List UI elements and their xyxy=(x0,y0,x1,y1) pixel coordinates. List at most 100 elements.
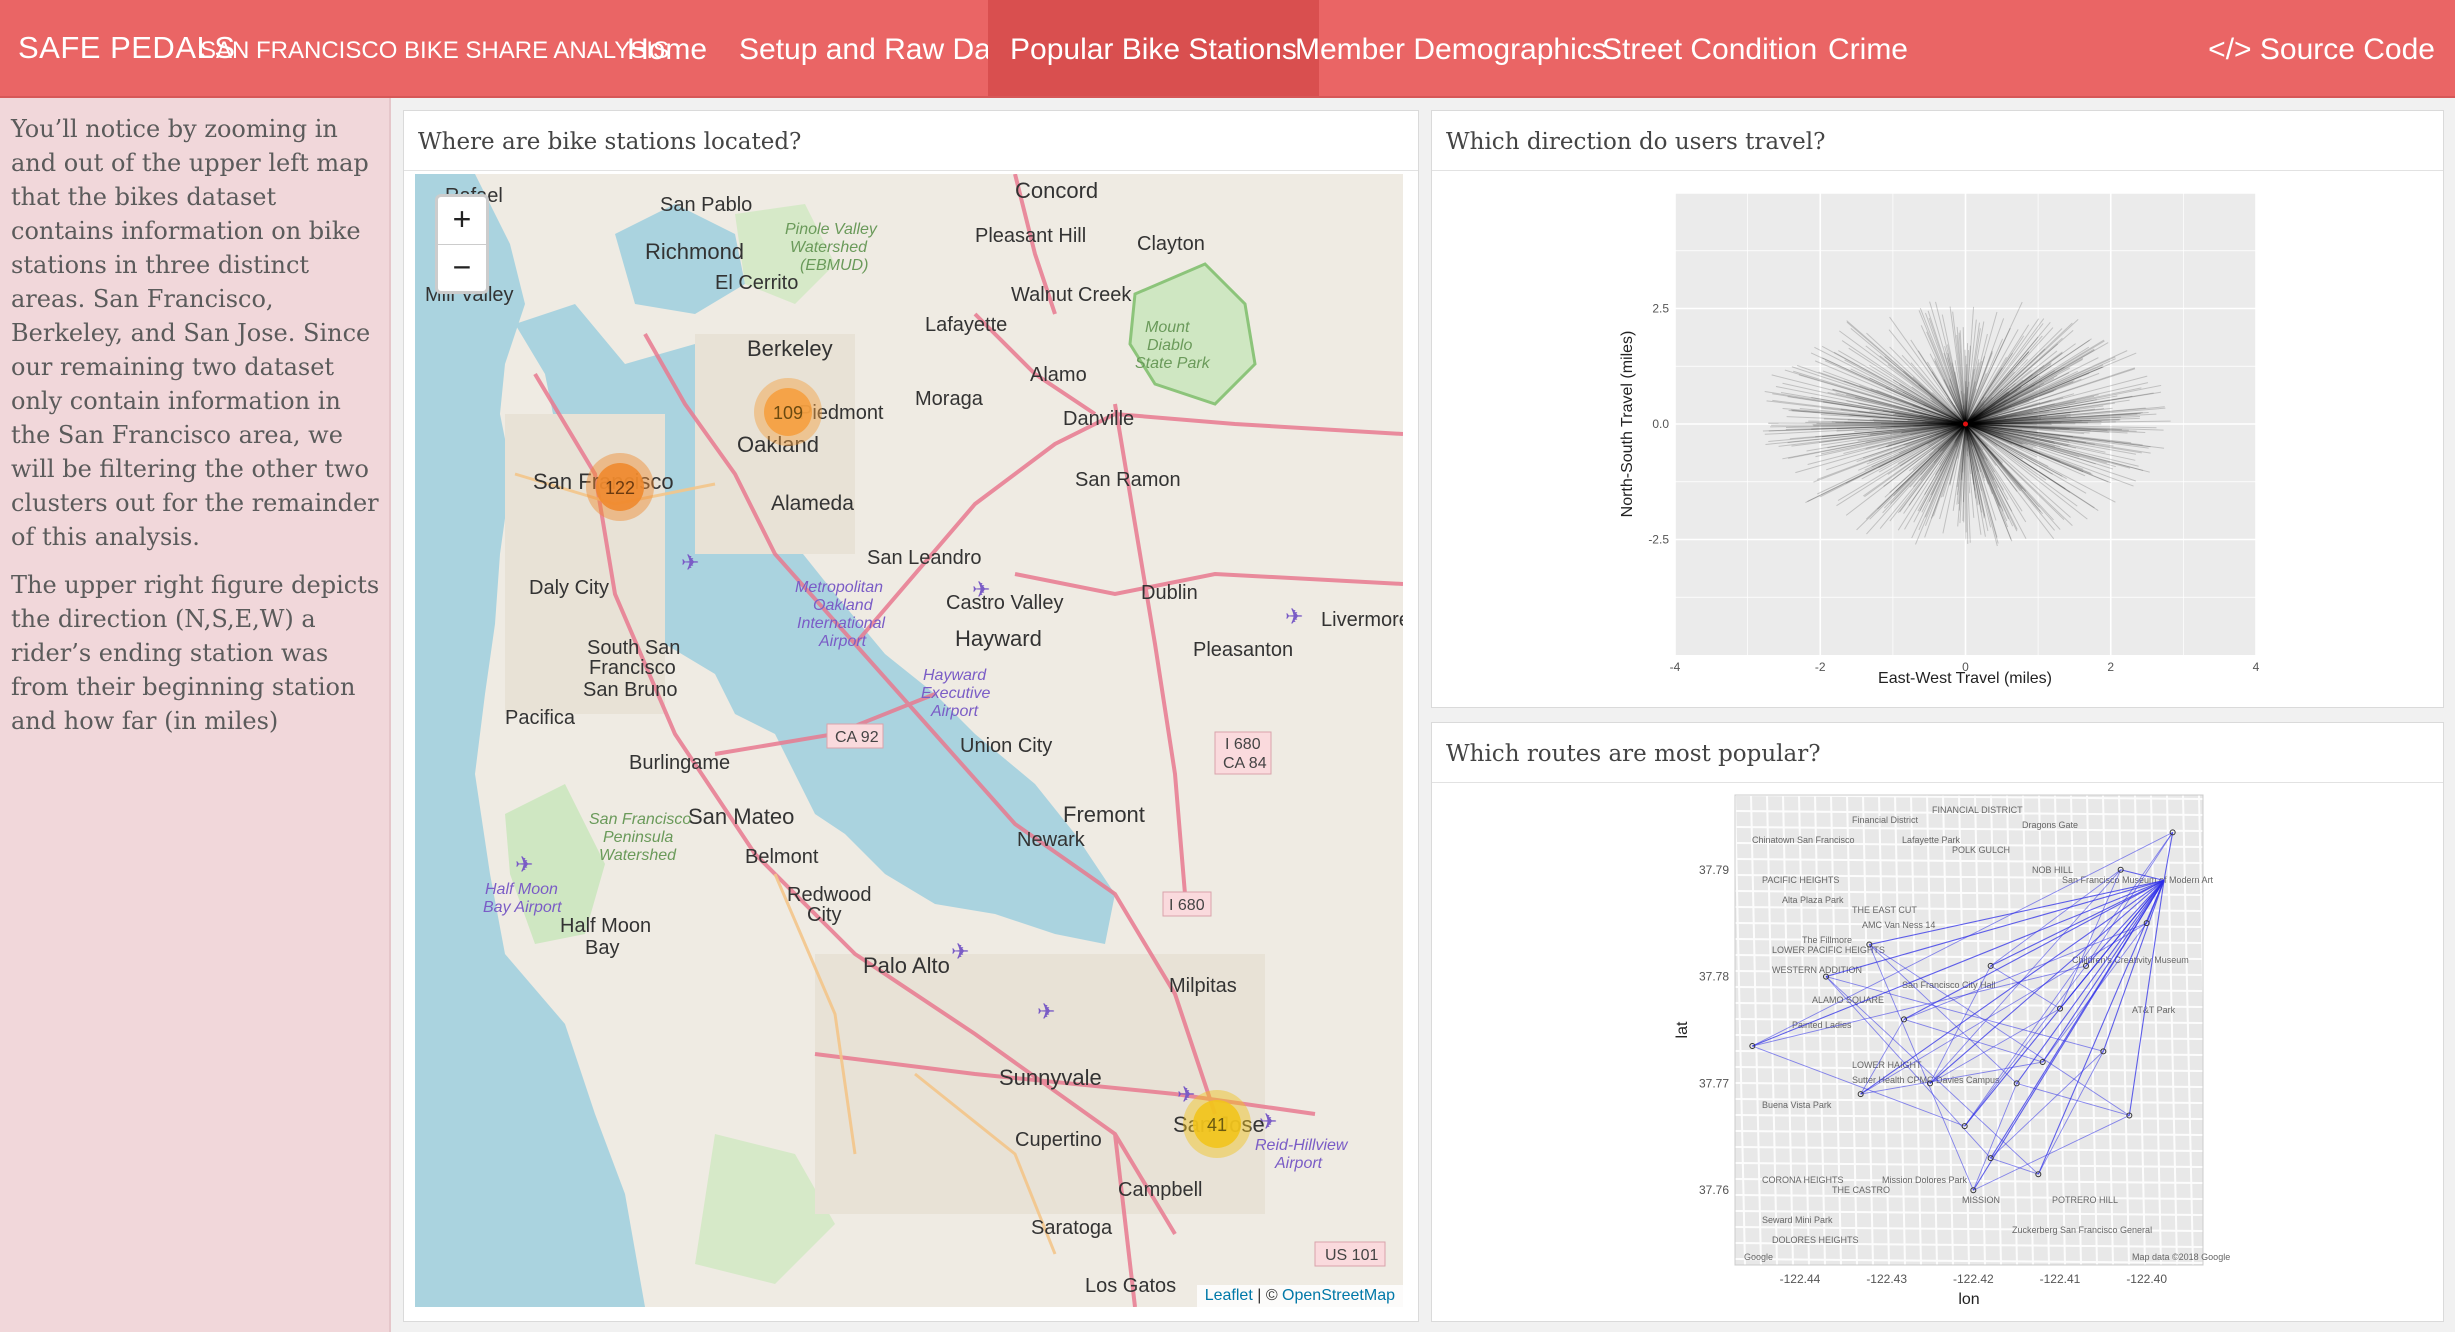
map-panel-title: Where are bike stations located? xyxy=(404,111,1418,171)
svg-text:Sunnyvale: Sunnyvale xyxy=(999,1065,1102,1090)
map-place-label: Chinatown San Francisco xyxy=(1752,835,1855,845)
map-place-label: PACIFIC HEIGHTS xyxy=(1762,875,1839,885)
x-tick-label: -122.43 xyxy=(1866,1272,1907,1286)
svg-text:Francisco: Francisco xyxy=(589,657,676,679)
x-tick-label: 4 xyxy=(2253,660,2260,674)
x-tick-label: -2 xyxy=(1815,660,1826,674)
svg-text:Hayward: Hayward xyxy=(923,667,987,684)
svg-text:122: 122 xyxy=(605,478,635,498)
map-place-label: San Francisco Museum of Modern Art xyxy=(2062,875,2214,885)
svg-text:Moraga: Moraga xyxy=(915,388,984,410)
routes-panel: Which routes are most popular? Chinatown… xyxy=(1431,722,2444,1322)
svg-text:I 680: I 680 xyxy=(1169,897,1205,914)
y-tick-label: -2.5 xyxy=(1648,533,1669,547)
direction-panel: Which direction do users travel? -4 -2 0 2 4… xyxy=(1431,110,2444,708)
svg-text:I 680: I 680 xyxy=(1225,736,1261,753)
map-place-label: MISSION xyxy=(1962,1195,2000,1205)
svg-text:Metropolitan: Metropolitan xyxy=(795,579,883,596)
cluster-marker-109[interactable]: 109 xyxy=(754,378,822,446)
map-place-label: AT&T Park xyxy=(2132,1005,2176,1015)
nav-member-demographics[interactable]: Member Demographics xyxy=(1273,0,1629,96)
map-place-label: POLK GULCH xyxy=(1952,845,2010,855)
svg-text:South San: South San xyxy=(587,637,680,659)
svg-text:✈: ✈ xyxy=(951,939,969,964)
map-place-label: Lafayette Park xyxy=(1902,835,1961,845)
openstreetmap-link[interactable]: OpenStreetMap xyxy=(1282,1287,1395,1304)
y-tick-label: 2.5 xyxy=(1652,302,1669,316)
svg-text:Burlingame: Burlingame xyxy=(629,752,730,774)
svg-text:Walnut Creek: Walnut Creek xyxy=(1011,284,1132,306)
svg-text:State Park: State Park xyxy=(1135,355,1211,372)
svg-text:Cupertino: Cupertino xyxy=(1015,1129,1102,1151)
svg-text:Newark: Newark xyxy=(1017,829,1086,851)
routes-panel-title: Which routes are most popular? xyxy=(1432,723,2443,783)
svg-text:Pinole Valley: Pinole Valley xyxy=(785,221,878,238)
svg-text:Mount: Mount xyxy=(1145,319,1190,336)
svg-text:CA 92: CA 92 xyxy=(835,729,879,746)
zoom-in-button[interactable]: + xyxy=(438,197,486,245)
nav-popular-bike-stations[interactable]: Popular Bike Stations xyxy=(988,0,1319,96)
svg-text:Pacifica: Pacifica xyxy=(505,707,576,729)
map-attribution: Leaflet | © OpenStreetMap xyxy=(1196,1285,1403,1307)
svg-text:San Leandro: San Leandro xyxy=(867,547,982,569)
svg-text:(EBMUD): (EBMUD) xyxy=(800,257,868,274)
map-place-label: Buena Vista Park xyxy=(1762,1100,1832,1110)
x-axis-label: lon xyxy=(1958,1291,1979,1308)
sidebar-paragraph-1: You’ll notice by zooming in and out of t… xyxy=(11,115,379,551)
svg-text:City: City xyxy=(807,904,841,926)
map-place-label: LOWER HAIGHT xyxy=(1852,1060,1922,1070)
nav-street-condition[interactable]: Street Condition xyxy=(1580,0,1839,96)
map-place-label: THE CASTRO xyxy=(1832,1185,1890,1195)
svg-text:Diablo: Diablo xyxy=(1147,337,1192,354)
nav-crime[interactable]: Crime xyxy=(1806,0,1930,96)
cluster-marker-41[interactable]: 41 xyxy=(1183,1090,1251,1158)
station-map[interactable]: + − ✈ ✈ ✈ ✈ ✈ ✈ ✈ ✈ San Pablo Richmond E… xyxy=(415,174,1403,1307)
y-tick-label: 37.77 xyxy=(1699,1076,1729,1090)
svg-text:Redwood: Redwood xyxy=(787,884,872,906)
nav-home[interactable]: Home xyxy=(605,0,729,96)
svg-text:Watershed: Watershed xyxy=(599,847,677,864)
y-tick-label: 37.79 xyxy=(1699,863,1729,877)
svg-text:San Bruno: San Bruno xyxy=(583,679,678,701)
svg-text:Airport: Airport xyxy=(818,633,867,650)
x-tick-label: 2 xyxy=(2107,660,2114,674)
svg-text:Danville: Danville xyxy=(1063,408,1134,430)
svg-text:Union City: Union City xyxy=(960,735,1052,757)
x-tick-label: -122.40 xyxy=(2126,1272,2167,1286)
svg-text:Airport: Airport xyxy=(930,703,979,720)
svg-text:Livermore: Livermore xyxy=(1321,609,1403,631)
map-place-label: Financial District xyxy=(1852,815,1919,825)
svg-text:Pleasanton: Pleasanton xyxy=(1193,639,1293,661)
svg-text:Alamo: Alamo xyxy=(1030,364,1087,386)
y-axis-label: North-South Travel (miles) xyxy=(1619,331,1636,518)
svg-text:Pleasant Hill: Pleasant Hill xyxy=(975,225,1086,247)
zoom-out-button[interactable]: − xyxy=(438,245,486,292)
svg-text:✈: ✈ xyxy=(1037,999,1055,1024)
svg-text:Palo Alto: Palo Alto xyxy=(863,953,950,978)
svg-text:Concord: Concord xyxy=(1015,178,1098,203)
map-place-label: Alta Plaza Park xyxy=(1782,895,1844,905)
svg-text:Executive: Executive xyxy=(921,685,990,702)
cluster-marker-122[interactable]: 122 xyxy=(586,453,654,521)
map-place-label: FINANCIAL DISTRICT xyxy=(1932,805,2023,815)
map-place-label: Mission Dolores Park xyxy=(1882,1175,1968,1185)
svg-text:Daly City: Daly City xyxy=(529,577,609,599)
svg-text:Hayward: Hayward xyxy=(955,626,1042,651)
x-tick-label: -4 xyxy=(1670,660,1681,674)
map-place-label: Zuckerberg San Francisco General xyxy=(2012,1225,2152,1235)
svg-text:Half Moon: Half Moon xyxy=(560,915,651,937)
svg-text:Castro Valley: Castro Valley xyxy=(946,592,1063,614)
svg-text:Reid-Hillview: Reid-Hillview xyxy=(1255,1137,1349,1154)
svg-text:Berkeley: Berkeley xyxy=(747,336,833,361)
map-place-label: Map data ©2018 Google xyxy=(2132,1252,2230,1262)
svg-text:San Mateo: San Mateo xyxy=(688,804,794,829)
leaflet-link[interactable]: Leaflet xyxy=(1205,1287,1253,1304)
sidebar: You’ll notice by zooming in and out of t… xyxy=(0,98,391,1332)
direction-panel-title: Which direction do users travel? xyxy=(1432,111,2443,171)
map-place-label: THE EAST CUT xyxy=(1852,905,1917,915)
svg-text:✈: ✈ xyxy=(515,852,533,877)
navbar: SAFE PEDALS SAN FRANCISCO BIKE SHARE ANA… xyxy=(0,0,2455,98)
map-place-label: AMC Van Ness 14 xyxy=(1862,920,1935,930)
source-code-link[interactable]: </> Source Code xyxy=(2208,0,2435,96)
svg-text:San Francisco: San Francisco xyxy=(589,811,691,828)
